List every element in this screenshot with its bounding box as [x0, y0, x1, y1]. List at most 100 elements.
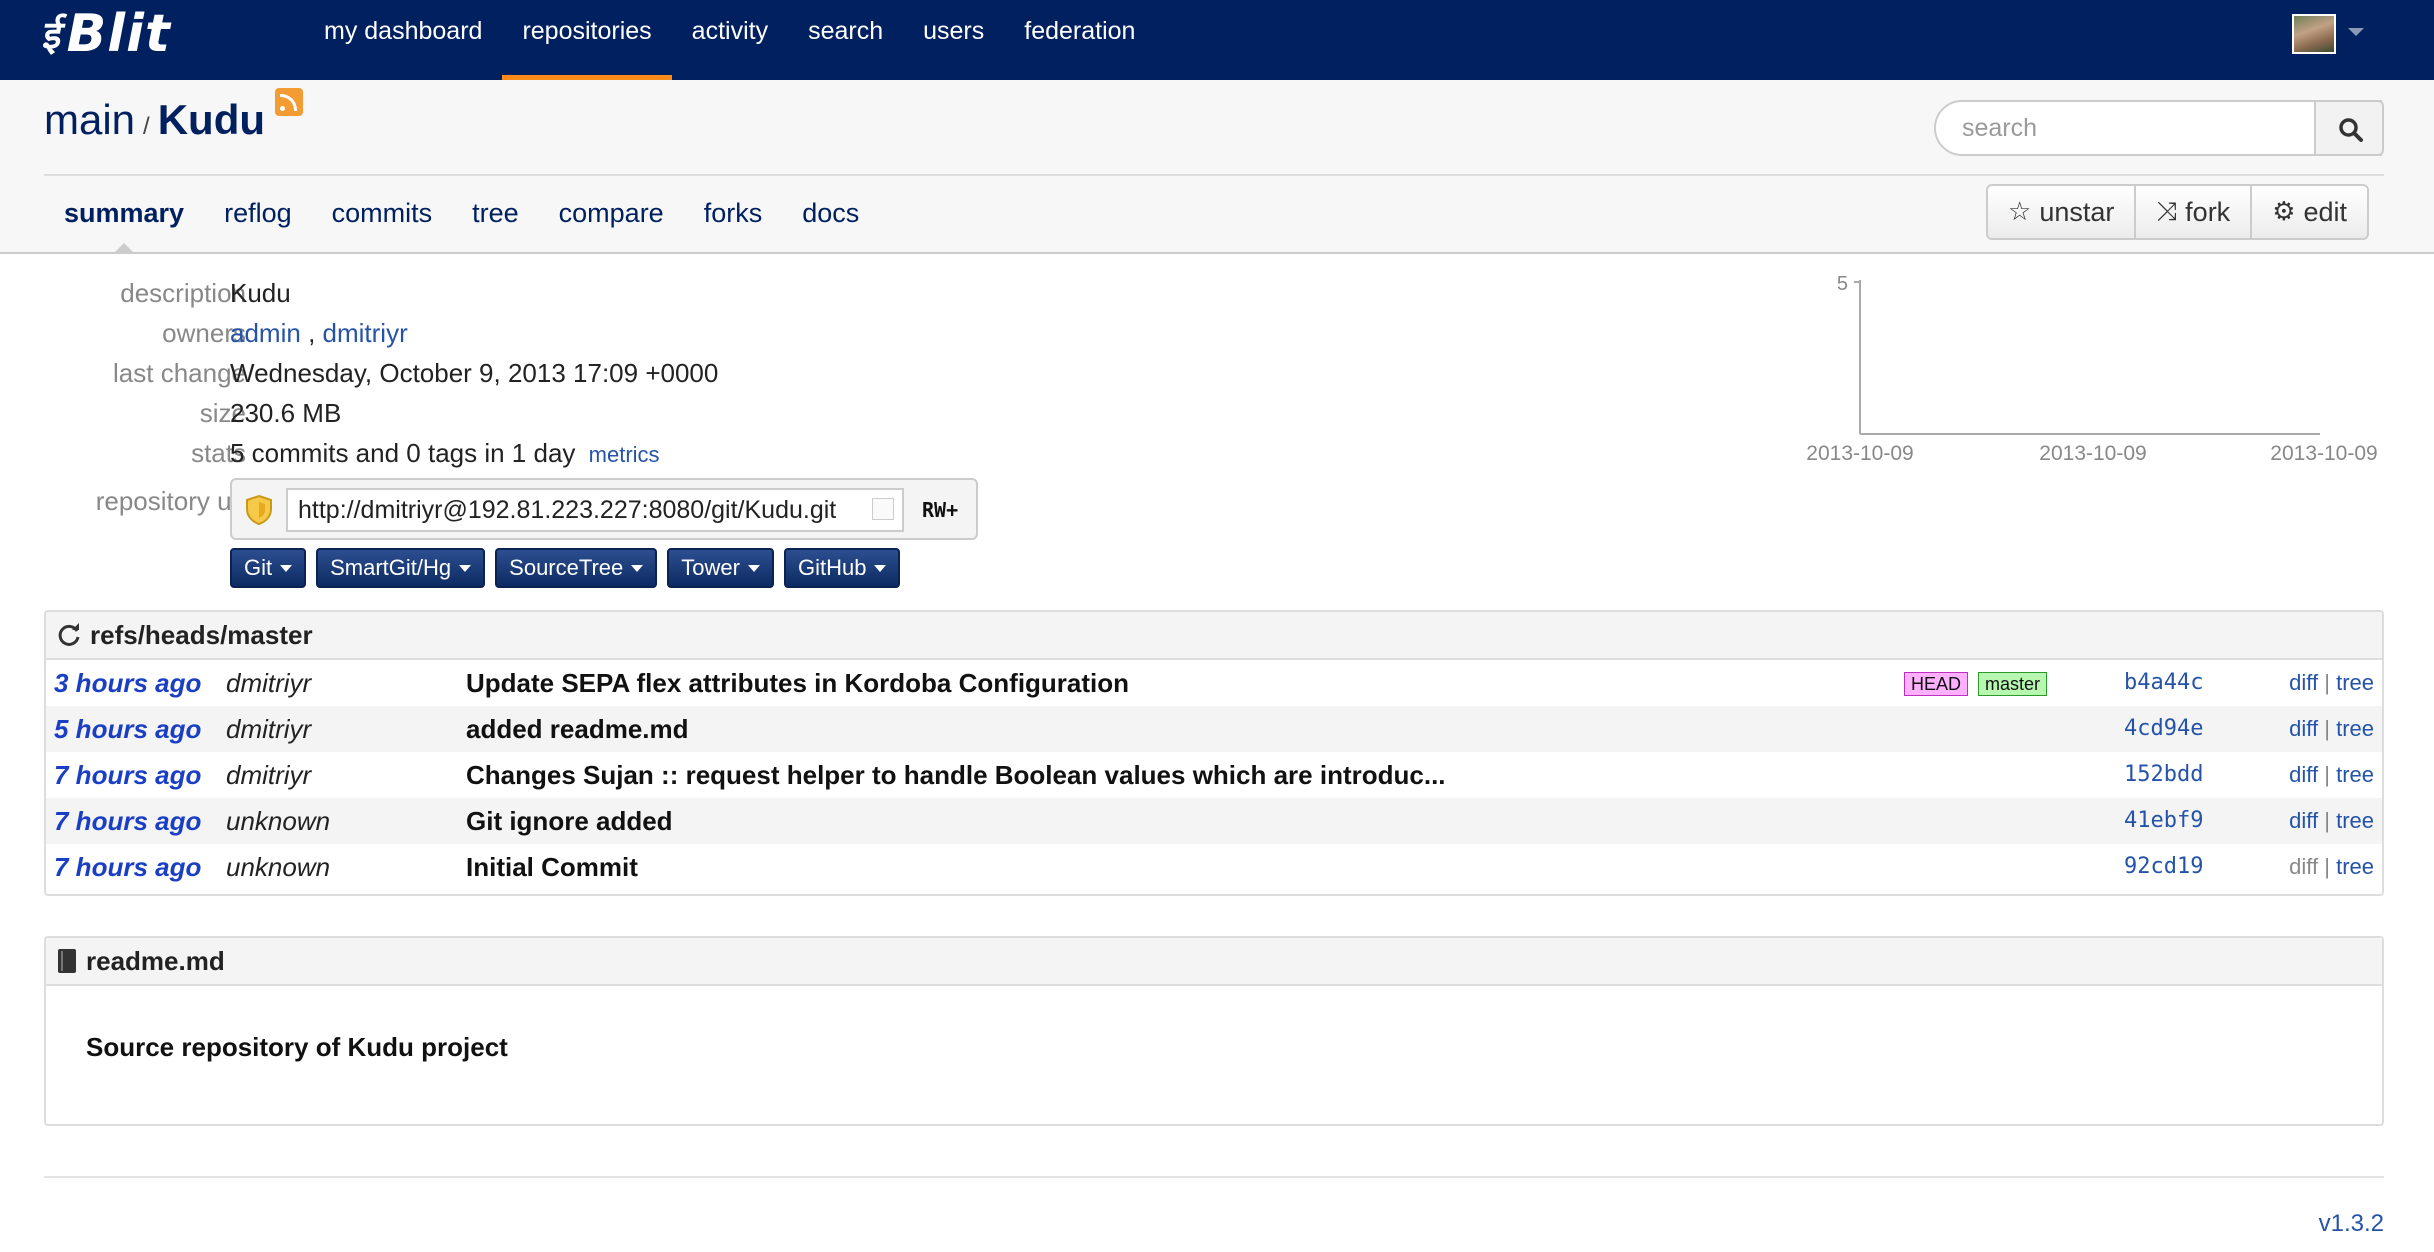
stats-text: 5 commits and 0 tags in 1 day — [230, 438, 576, 468]
clone-sourcetree-label: SourceTree — [509, 555, 624, 580]
description-value: Kudu — [230, 278, 291, 308]
tab-tree[interactable]: tree — [452, 188, 539, 238]
nav-search[interactable]: search — [788, 0, 903, 80]
diff-link[interactable]: diff — [2289, 670, 2318, 695]
nav-activity[interactable]: activity — [672, 0, 788, 80]
fork-button[interactable]: ⤨ fork — [2136, 186, 2253, 238]
description-label: description — [120, 278, 246, 308]
clone-git-button[interactable]: Git — [230, 548, 307, 588]
table-row: 7 hours ago unknown Initial Commit 92cd1… — [46, 844, 2382, 890]
commit-author: dmitriyr — [226, 668, 312, 698]
tab-forks[interactable]: forks — [684, 188, 783, 238]
tab-commits[interactable]: commits — [312, 188, 453, 238]
diff-link[interactable]: diff — [2289, 808, 2318, 833]
refresh-icon — [56, 622, 82, 648]
unstar-button[interactable]: ☆ unstar — [1988, 186, 2137, 238]
shield-icon — [246, 494, 272, 526]
repository-url-box: http://dmitriyr@192.81.223.227:8080/git/… — [230, 478, 978, 540]
clone-smartgit-label: SmartGit/Hg — [330, 555, 452, 580]
repository-url-field[interactable]: http://dmitriyr@192.81.223.227:8080/git/… — [286, 488, 904, 532]
commit-date-link[interactable]: 7 hours ago — [54, 852, 201, 883]
nav-federation[interactable]: federation — [1004, 0, 1155, 80]
owner-link[interactable]: admin — [230, 318, 301, 348]
clone-github-button[interactable]: GitHub — [783, 548, 901, 588]
commit-sha-link[interactable]: 4cd94e — [2124, 716, 2203, 741]
commit-sha-link[interactable]: 152bdd — [2124, 762, 2203, 787]
info-last-change: last change Wednesday, October 9, 2013 1… — [44, 358, 1044, 398]
fork-label: fork — [2185, 196, 2231, 227]
clone-smartgit-button[interactable]: SmartGit/Hg — [316, 548, 486, 588]
readme-filename-link[interactable]: readme.md — [86, 946, 225, 977]
tab-summary[interactable]: summary — [44, 188, 204, 254]
copy-url-icon[interactable] — [872, 498, 894, 520]
repository-actions: ☆ unstar ⤨ fork ⚙ edit — [1986, 184, 2370, 240]
ref-badge-head[interactable]: HEAD — [1904, 672, 1969, 696]
user-menu-caret-icon[interactable] — [2348, 28, 2364, 36]
tree-link[interactable]: tree — [2336, 670, 2374, 695]
commits-panel: refs/heads/master 3 hours ago dmitriyr U… — [44, 610, 2384, 896]
diff-link[interactable]: diff — [2289, 716, 2318, 741]
title-separator: / — [143, 113, 150, 140]
tab-compare[interactable]: compare — [539, 188, 684, 238]
rss-feed-icon[interactable] — [275, 88, 304, 116]
link-separator: | — [2324, 716, 2330, 741]
readme-panel-header: readme.md — [46, 938, 2382, 986]
owner-link[interactable]: dmitriyr — [323, 318, 408, 348]
repository-title: main / Kudu — [44, 88, 304, 144]
table-row: 7 hours ago dmitriyr Changes Sujan :: re… — [46, 752, 2382, 798]
commit-message-link[interactable]: Update SEPA flex attributes in Kordoba C… — [466, 668, 1129, 699]
commit-message-link[interactable]: Initial Commit — [466, 852, 638, 883]
commit-message-link[interactable]: Changes Sujan :: request helper to handl… — [466, 760, 1446, 791]
nav-users[interactable]: users — [903, 0, 1004, 80]
stats-value: 5 commits and 0 tags in 1 day metrics — [230, 438, 660, 469]
caret-down-icon — [747, 564, 760, 572]
commit-sha-link[interactable]: 41ebf9 — [2124, 808, 2203, 833]
commit-sha-link[interactable]: 92cd19 — [2124, 854, 2203, 879]
commit-sha-link[interactable]: b4a44c — [2124, 670, 2203, 695]
tab-reflog[interactable]: reflog — [204, 188, 312, 238]
branch-ref-link[interactable]: refs/heads/master — [90, 620, 313, 651]
footer-divider — [44, 1176, 2384, 1178]
gear-icon: ⚙ — [2272, 197, 2296, 227]
commit-links: diff | tree — [2289, 716, 2374, 742]
commit-date-link[interactable]: 5 hours ago — [54, 714, 201, 745]
nav-repositories[interactable]: repositories — [502, 0, 672, 80]
metrics-link[interactable]: metrics — [589, 442, 660, 467]
user-avatar[interactable] — [2292, 14, 2336, 54]
edit-button[interactable]: ⚙ edit — [2252, 186, 2367, 238]
last-change-value: Wednesday, October 9, 2013 17:09 +0000 — [230, 358, 719, 388]
diff-link[interactable]: diff — [2289, 762, 2318, 787]
commit-author: unknown — [226, 852, 331, 882]
tab-docs[interactable]: docs — [782, 188, 879, 238]
repository-name-link[interactable]: Kudu — [158, 96, 265, 144]
clone-sourcetree-button[interactable]: SourceTree — [495, 548, 658, 588]
readme-content: Source repository of Kudu project — [86, 1032, 508, 1062]
commit-date-link[interactable]: 7 hours ago — [54, 806, 201, 837]
ref-badge-master[interactable]: master — [1978, 672, 2048, 696]
commit-message-link[interactable]: Git ignore added — [466, 806, 673, 837]
link-separator: | — [2324, 808, 2330, 833]
link-separator: | — [2324, 854, 2330, 879]
permission-badge: RW+ — [922, 498, 959, 522]
nav-my-dashboard[interactable]: my dashboard — [304, 0, 502, 80]
chart-y-tick-label: 5 — [1837, 273, 1848, 295]
tree-link[interactable]: tree — [2336, 716, 2374, 741]
tree-link[interactable]: tree — [2336, 762, 2374, 787]
commit-message-link[interactable]: added readme.md — [466, 714, 689, 745]
chart-x-tick-label: 2013-10-09 — [2270, 442, 2377, 465]
commit-author: unknown — [226, 806, 331, 836]
tree-link[interactable]: tree — [2336, 808, 2374, 833]
version-link[interactable]: v1.3.2 — [2319, 1210, 2384, 1238]
commit-date-link[interactable]: 3 hours ago — [54, 668, 201, 699]
commit-links: diff | tree — [2289, 854, 2374, 880]
brand-logo[interactable]: ई Blit — [40, 2, 171, 66]
tree-link[interactable]: tree — [2336, 854, 2374, 879]
commit-date-link[interactable]: 7 hours ago — [54, 760, 201, 791]
info-size: size 230.6 MB — [44, 398, 1044, 438]
project-link[interactable]: main — [44, 96, 135, 144]
caret-down-icon — [280, 564, 293, 572]
search-button[interactable] — [2314, 100, 2384, 156]
repository-url-label: repository url — [95, 486, 246, 516]
clone-tower-button[interactable]: Tower — [667, 548, 774, 588]
link-separator: | — [2324, 670, 2330, 695]
